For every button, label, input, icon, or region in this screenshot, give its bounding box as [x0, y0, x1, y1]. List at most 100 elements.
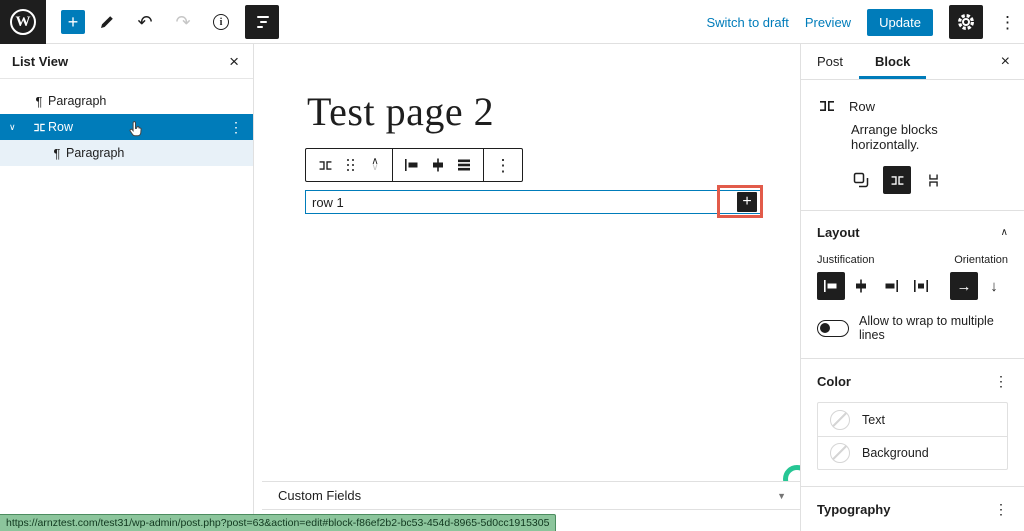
justify-stretch-icon: [458, 159, 470, 171]
background-color-row[interactable]: Background: [818, 436, 1007, 469]
layout-panel-title: Layout: [817, 225, 860, 240]
page-title[interactable]: Test page 2: [307, 88, 494, 135]
justify-left-icon: [824, 280, 837, 292]
settings-toggle-button[interactable]: [949, 5, 983, 39]
plus-icon: +: [67, 12, 79, 32]
paragraph-icon: ¶: [53, 145, 61, 161]
variation-group-button[interactable]: [847, 166, 875, 194]
justify-space-between-button[interactable]: [907, 272, 935, 300]
update-button[interactable]: Update: [867, 8, 933, 36]
tab-block[interactable]: Block: [859, 44, 926, 79]
color-panel: Color ⋮ Text Background: [801, 359, 1024, 486]
justify-center-button[interactable]: [425, 149, 451, 181]
layout-labels: Justification Orientation: [817, 254, 1008, 266]
block-options-button[interactable]: ⋮: [490, 149, 516, 181]
text-color-row[interactable]: Text: [818, 403, 1007, 436]
list-item-paragraph-1[interactable]: ¶ Paragraph: [0, 88, 253, 114]
wrap-toggle[interactable]: [817, 319, 849, 337]
list-view-sidebar: List View × ¶ Paragraph ∨ Row ⋮ ¶ Paragr…: [0, 44, 254, 531]
redo-button[interactable]: ↷: [167, 6, 199, 38]
block-card-head: Row: [817, 96, 1008, 116]
block-appender-button[interactable]: +: [737, 192, 757, 212]
close-settings-button[interactable]: ×: [1001, 44, 1010, 80]
gear-icon: [957, 14, 975, 30]
block-inserter-button[interactable]: +: [61, 10, 85, 34]
custom-fields-label: Custom Fields: [278, 488, 362, 503]
topbar-right-tools: Switch to draft Preview Update ⋮: [706, 0, 1016, 44]
custom-fields-panel[interactable]: Custom Fields ▼: [262, 481, 800, 510]
variation-stack-button[interactable]: [919, 166, 947, 194]
orientation-label: Orientation: [954, 254, 1008, 266]
justification-label: Justification: [817, 254, 875, 266]
justify-right-icon: [885, 280, 898, 292]
list-item-label: Paragraph: [66, 146, 125, 160]
redo-icon: ↷: [175, 12, 191, 32]
typography-panel-title: Typography: [817, 502, 891, 517]
close-list-view-button[interactable]: ×: [229, 53, 239, 70]
undo-button[interactable]: ↶: [129, 6, 161, 38]
switch-to-draft-link[interactable]: Switch to draft: [706, 15, 788, 30]
chevron-down-icon[interactable]: ∨: [9, 114, 16, 140]
color-panel-title: Color: [817, 374, 851, 389]
justify-center-button[interactable]: [847, 272, 875, 300]
arrow-down-icon: ↓: [990, 277, 998, 295]
text-color-swatch: [830, 409, 850, 430]
layout-panel: Layout ∧ Justification Orientation → ↓ A…: [801, 211, 1024, 358]
orientation-horizontal-button[interactable]: →: [950, 272, 978, 300]
editor-canvas[interactable]: Test page 2 ∧ ∨ ⋮ row 1 + Custom Fields …: [254, 44, 800, 531]
orientation-vertical-button[interactable]: ↓: [980, 272, 1008, 300]
kebab-icon: ⋮: [494, 155, 512, 175]
layout-panel-header[interactable]: Layout ∧: [817, 225, 1008, 240]
typography-panel-header: Typography ⋮: [817, 501, 1008, 518]
layout-controls: → ↓: [817, 272, 1008, 300]
details-button[interactable]: i: [205, 6, 237, 38]
chevron-up-icon[interactable]: ∧: [1001, 227, 1008, 238]
variation-row-button[interactable]: [883, 166, 911, 194]
color-options-button[interactable]: ⋮: [994, 373, 1008, 390]
preview-link[interactable]: Preview: [805, 15, 851, 30]
color-panel-header: Color ⋮: [817, 373, 1008, 390]
drag-handle[interactable]: [338, 149, 364, 181]
justify-stretch-button[interactable]: [451, 149, 477, 181]
list-view-icon: [255, 16, 269, 28]
block-toolbar-group-options: ⋮: [484, 149, 522, 181]
justify-center-icon: [856, 279, 866, 293]
justify-space-between-icon: [914, 280, 928, 292]
row-options-button[interactable]: ⋮: [229, 114, 243, 140]
row-icon: [820, 101, 834, 111]
list-item-row-selected[interactable]: ∨ Row ⋮: [0, 114, 253, 140]
block-movers[interactable]: ∧ ∨: [364, 149, 386, 181]
wrap-toggle-label: Allow to wrap to multiple lines: [859, 314, 994, 342]
justify-right-button[interactable]: [877, 272, 905, 300]
move-down-icon[interactable]: ∨: [371, 163, 378, 173]
list-item-paragraph-nested[interactable]: ¶ Paragraph: [0, 140, 253, 166]
color-settings-box: Text Background: [817, 402, 1008, 470]
tools-button[interactable]: [91, 6, 123, 38]
wordpress-logo-icon: W: [10, 9, 36, 35]
plus-icon: +: [742, 193, 752, 210]
block-type-button[interactable]: [312, 149, 338, 181]
block-toolbar-group-justify: [393, 149, 484, 181]
block-card-description: Arrange blocks horizontally.: [851, 122, 938, 152]
list-item-label: Paragraph: [48, 94, 107, 108]
row-block[interactable]: row 1 +: [305, 190, 761, 214]
justify-left-button[interactable]: [399, 149, 425, 181]
drag-dots-icon: [347, 159, 355, 171]
block-toolbar-group-main: ∧ ∨: [306, 149, 393, 181]
options-menu-button[interactable]: ⋮: [999, 14, 1016, 31]
justification-buttons: [817, 272, 935, 300]
wordpress-logo[interactable]: W: [0, 0, 46, 44]
tab-post[interactable]: Post: [801, 44, 859, 79]
caret-down-icon[interactable]: ▼: [777, 491, 786, 501]
row-block-text[interactable]: row 1: [306, 195, 344, 210]
pencil-icon: [101, 16, 113, 28]
block-card: Row Arrange blocks horizontally.: [801, 80, 1024, 210]
block-card-title: Row: [849, 98, 876, 114]
list-view-toggle-button[interactable]: [245, 5, 279, 39]
typography-options-button[interactable]: ⋮: [994, 501, 1008, 518]
list-view-title: List View: [12, 53, 69, 69]
orientation-buttons: → ↓: [950, 272, 1008, 300]
block-toolbar: ∧ ∨ ⋮: [305, 148, 523, 182]
list-item-label: Row: [48, 120, 74, 134]
justify-left-button[interactable]: [817, 272, 845, 300]
